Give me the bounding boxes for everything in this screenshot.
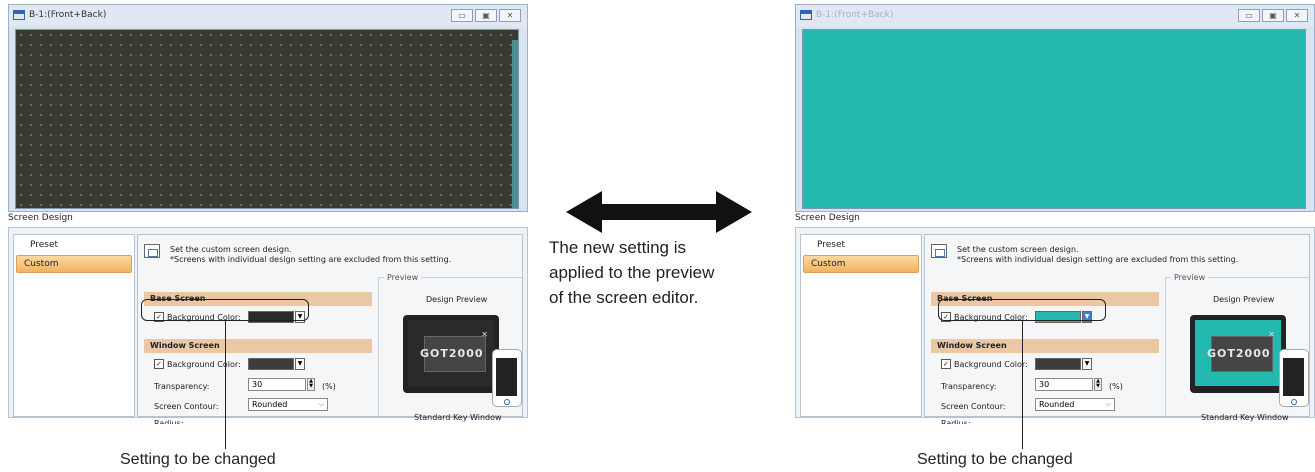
close-button[interactable]: ✕ bbox=[1286, 9, 1308, 22]
window-icon bbox=[13, 10, 25, 20]
right-callout-line bbox=[1022, 321, 1024, 449]
design-content: Set the custom screen design. *Screens w… bbox=[924, 234, 1310, 424]
chevron-down-icon: ⌵ bbox=[1105, 400, 1111, 408]
editor-canvas[interactable] bbox=[15, 29, 519, 209]
maximize-button[interactable]: ▣ bbox=[475, 9, 497, 22]
double-arrow-icon bbox=[566, 191, 752, 233]
left-callout-line bbox=[225, 321, 227, 449]
standard-key-window-label: Standard Key Window bbox=[414, 413, 502, 422]
window-color-dropdown[interactable]: ▼ bbox=[1082, 358, 1092, 370]
minimize-button[interactable]: ▭ bbox=[451, 9, 473, 22]
screen-contour-value: Rounded bbox=[252, 400, 288, 409]
screen-design-dialog: Preset Custom Set the custom screen desi… bbox=[795, 227, 1315, 424]
close-icon: ✕ bbox=[481, 330, 488, 339]
window-titlebar: B-1:(Front+Back) ▭ ▣ ✕ bbox=[796, 5, 1314, 27]
preview-label: Preview bbox=[384, 273, 422, 282]
screen-design-dialog: Preset Custom Set the custom screen desi… bbox=[8, 227, 528, 424]
design-preview-label: Design Preview bbox=[1213, 295, 1275, 304]
screen-contour-value: Rounded bbox=[1039, 400, 1075, 409]
dialog-title: Screen Design bbox=[8, 213, 73, 223]
description-line-1: Set the custom screen design. bbox=[957, 245, 1079, 254]
transparency-label: Transparency: bbox=[154, 382, 210, 391]
window-screen-header: Window Screen bbox=[931, 339, 1159, 353]
window-screen-header: Window Screen bbox=[144, 339, 372, 353]
description-line-2: *Screens with individual design setting … bbox=[957, 255, 1239, 264]
transparency-unit: (%) bbox=[1109, 382, 1123, 391]
screen-contour-select[interactable]: Rounded ⌵ bbox=[1035, 398, 1115, 411]
window-background-color-row: ✓ Background Color: bbox=[941, 356, 1028, 372]
sidebar-item-preset[interactable]: Preset bbox=[803, 237, 919, 253]
chevron-down-icon: ⌵ bbox=[318, 400, 324, 408]
preview-label: Preview bbox=[1171, 273, 1209, 282]
radius-label: Radius: bbox=[941, 419, 971, 424]
window-background-checkbox[interactable]: ✓ bbox=[154, 359, 164, 369]
window-background-checkbox[interactable]: ✓ bbox=[941, 359, 951, 369]
minimize-button[interactable]: ▭ bbox=[1238, 9, 1260, 22]
window-title: B-1:(Front+Back) bbox=[29, 10, 107, 20]
sidebar-item-custom[interactable]: Custom bbox=[803, 255, 919, 273]
window-icon bbox=[800, 10, 812, 20]
transparency-stepper[interactable]: ▲ ▼ bbox=[1094, 378, 1102, 391]
center-line-3: of the screen editor. bbox=[549, 288, 699, 307]
editor-canvas[interactable] bbox=[802, 29, 1306, 209]
screen-contour-label: Screen Contour: bbox=[941, 402, 1006, 411]
window-background-label: Background Color: bbox=[954, 359, 1028, 369]
right-highlight-ring bbox=[938, 299, 1106, 321]
standard-key-window-label: Standard Key Window bbox=[1201, 413, 1289, 422]
screen-editor-window: B-1:(Front+Back) ▭ ▣ ✕ bbox=[8, 4, 528, 212]
description-line-2: *Screens with individual design setting … bbox=[170, 255, 452, 264]
window-color-swatch[interactable] bbox=[248, 358, 294, 370]
got-logo: GOT2000 bbox=[1207, 347, 1271, 360]
got-monitor-preview: ✕ GOT2000 bbox=[403, 315, 499, 393]
maximize-button[interactable]: ▣ bbox=[1262, 9, 1284, 22]
info-icon bbox=[144, 244, 160, 258]
transparency-stepper[interactable]: ▲ ▼ bbox=[307, 378, 315, 391]
sidebar-item-custom[interactable]: Custom bbox=[16, 255, 132, 273]
screen-contour-select[interactable]: Rounded ⌵ bbox=[248, 398, 328, 411]
transparency-label: Transparency: bbox=[941, 382, 997, 391]
left-caption: Setting to be changed bbox=[120, 451, 276, 468]
design-sidebar: Preset Custom bbox=[13, 234, 135, 417]
transparency-unit: (%) bbox=[322, 382, 336, 391]
phone-icon bbox=[492, 349, 522, 407]
window-color-swatch[interactable] bbox=[1035, 358, 1081, 370]
design-preview-label: Design Preview bbox=[426, 295, 488, 304]
center-line-1: The new setting is bbox=[549, 238, 687, 257]
window-title: B-1:(Front+Back) bbox=[816, 10, 894, 20]
transparency-input[interactable]: 30 bbox=[1035, 378, 1093, 391]
got-logo: GOT2000 bbox=[420, 347, 484, 360]
screen-contour-label: Screen Contour: bbox=[154, 402, 219, 411]
center-line-2: applied to the preview bbox=[549, 263, 715, 282]
design-content: Set the custom screen design. *Screens w… bbox=[137, 234, 523, 424]
window-color-dropdown[interactable]: ▼ bbox=[295, 358, 305, 370]
monitor-screen: ✕ GOT2000 bbox=[408, 320, 494, 386]
radius-label: Radius: bbox=[154, 419, 184, 424]
center-explanation: The new setting is applied to the previe… bbox=[549, 235, 769, 310]
design-sidebar: Preset Custom bbox=[800, 234, 922, 417]
sidebar-item-preset[interactable]: Preset bbox=[16, 237, 132, 253]
got-monitor-preview: ✕ GOT2000 bbox=[1190, 315, 1286, 393]
close-button[interactable]: ✕ bbox=[499, 9, 521, 22]
info-icon bbox=[931, 244, 947, 258]
monitor-screen: ✕ GOT2000 bbox=[1195, 320, 1281, 386]
window-background-color-row: ✓ Background Color: bbox=[154, 356, 241, 372]
phone-icon bbox=[1279, 349, 1309, 407]
left-highlight-ring bbox=[141, 299, 309, 321]
dialog-title: Screen Design bbox=[795, 213, 860, 223]
description-line-1: Set the custom screen design. bbox=[170, 245, 292, 254]
right-panel: B-1:(Front+Back) ▭ ▣ ✕ Screen Design Pre… bbox=[795, 0, 1315, 424]
screen-editor-window: B-1:(Front+Back) ▭ ▣ ✕ bbox=[795, 4, 1315, 212]
window-titlebar: B-1:(Front+Back) ▭ ▣ ✕ bbox=[9, 5, 527, 27]
close-icon: ✕ bbox=[1268, 330, 1275, 339]
transparency-input[interactable]: 30 bbox=[248, 378, 306, 391]
right-caption: Setting to be changed bbox=[917, 451, 1073, 468]
window-background-label: Background Color: bbox=[167, 359, 241, 369]
left-panel: B-1:(Front+Back) ▭ ▣ ✕ Screen Design Pre… bbox=[8, 0, 528, 424]
